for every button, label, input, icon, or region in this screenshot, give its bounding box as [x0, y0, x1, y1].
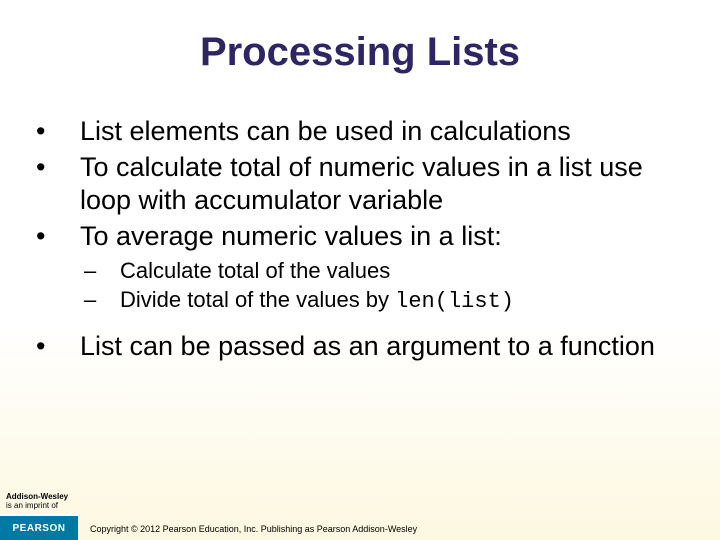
bullet-list: •List elements can be used in calculatio…	[30, 115, 690, 362]
bullet-dash: –	[102, 286, 120, 314]
bullet-text: To average numeric values in a list:	[80, 221, 502, 251]
slide-title: Processing Lists	[30, 30, 690, 75]
imprint-line2: is an imprint of	[6, 502, 68, 510]
bullet-dot: •	[58, 220, 80, 252]
list-item: •To calculate total of numeric values in…	[80, 151, 690, 216]
list-subitem: –Divide total of the values by len(list)	[120, 286, 690, 316]
code-text: len(list)	[395, 289, 514, 314]
copyright-text: Copyright © 2012 Pearson Education, Inc.…	[90, 524, 417, 534]
list-item: •To average numeric values in a list:	[80, 220, 690, 252]
imprint-text: Addison-Wesley is an imprint of	[6, 493, 68, 510]
slide-footer: Addison-Wesley is an imprint of PEARSON …	[0, 492, 720, 540]
bullet-dash: –	[102, 257, 120, 285]
bullet-text: Divide total of the values by	[120, 287, 395, 312]
bullet-text: To calculate total of numeric values in …	[80, 152, 643, 214]
bullet-dot: •	[58, 151, 80, 183]
list-item: •List can be passed as an argument to a …	[80, 330, 690, 362]
list-subitem: –Calculate total of the values	[120, 257, 690, 285]
bullet-dot: •	[58, 115, 80, 147]
list-item: •List elements can be used in calculatio…	[80, 115, 690, 147]
bullet-text: Calculate total of the values	[120, 258, 390, 283]
bullet-text: List can be passed as an argument to a f…	[80, 331, 655, 361]
bullet-text: List elements can be used in calculation…	[80, 116, 571, 146]
bullet-dot: •	[58, 330, 80, 362]
pearson-logo: PEARSON	[0, 514, 78, 540]
slide: Processing Lists •List elements can be u…	[0, 0, 720, 540]
